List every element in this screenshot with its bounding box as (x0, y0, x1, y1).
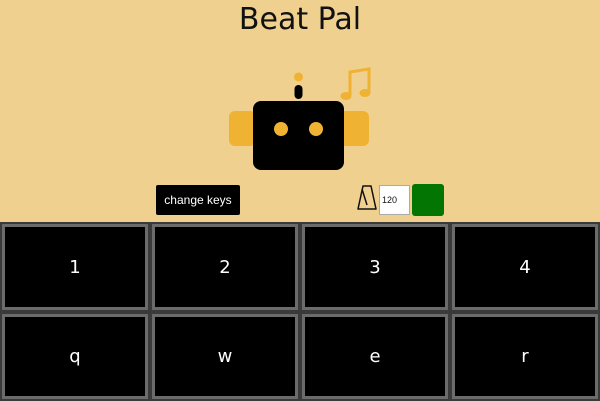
drum-pad-grid: 1 2 3 4 q w e r (0, 222, 600, 401)
drum-pad-w[interactable]: w (152, 314, 298, 399)
bpm-input[interactable] (379, 185, 410, 215)
drum-pad-1[interactable]: 1 (2, 224, 148, 310)
drum-pad-e[interactable]: e (302, 314, 448, 399)
play-button[interactable] (412, 184, 444, 216)
drum-pad-r[interactable]: r (452, 314, 598, 399)
drum-pad-q[interactable]: q (2, 314, 148, 399)
drum-pad-3[interactable]: 3 (302, 224, 448, 310)
robot-mascot-icon (229, 67, 371, 170)
drum-pad-2[interactable]: 2 (152, 224, 298, 310)
metronome-icon (357, 185, 377, 210)
change-keys-button[interactable]: change keys (156, 185, 240, 215)
controls-bar: change keys (0, 184, 600, 216)
app-title: Beat Pal (238, 2, 362, 37)
drum-pad-4[interactable]: 4 (452, 224, 598, 310)
